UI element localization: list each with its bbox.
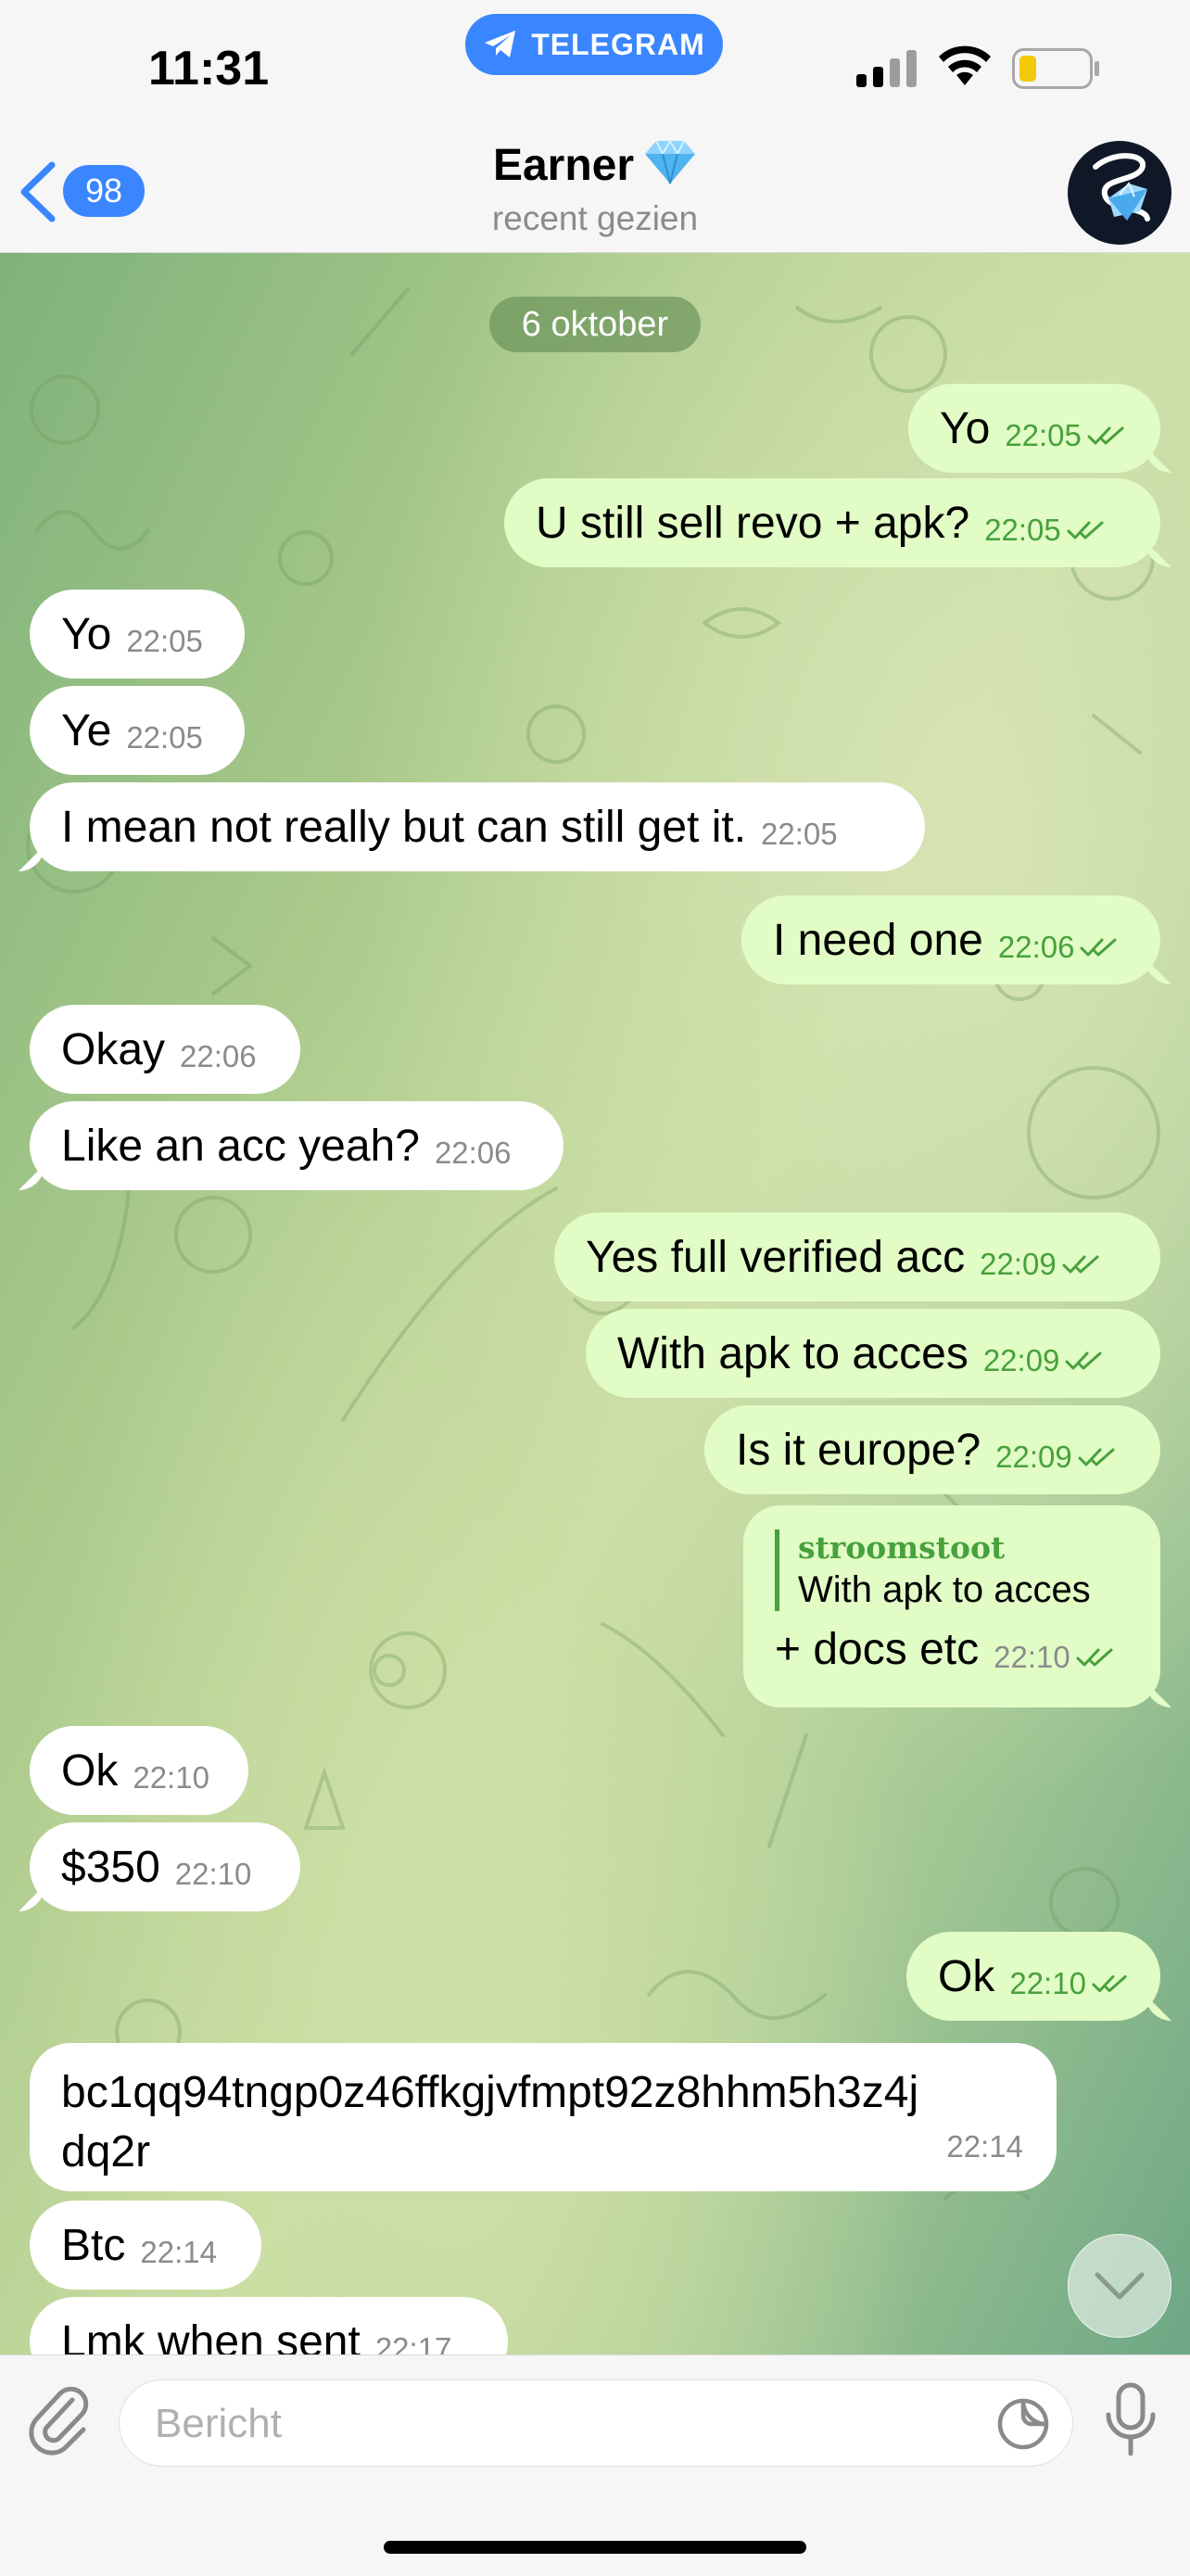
message-text: + docs etc — [775, 1625, 980, 1674]
sticker-icon[interactable] — [994, 2395, 1052, 2453]
contact-avatar[interactable] — [1068, 141, 1171, 245]
message-time: 22:09 — [980, 1247, 1057, 1281]
message-time: 22:14 — [140, 2235, 217, 2269]
quoted-text: With apk to acces — [798, 1569, 1091, 1610]
message-bubble-incoming[interactable]: Ye 22:05 — [30, 686, 245, 775]
wifi-icon — [939, 45, 991, 85]
message-text: $350 — [61, 1842, 160, 1892]
message-bubble-outgoing-reply[interactable]: stroomstoot With apk to acces + docs etc… — [743, 1505, 1160, 1707]
gem-avatar-icon — [1093, 153, 1150, 222]
message-text: Like an acc yeah? — [61, 1121, 420, 1171]
scroll-to-bottom-button[interactable] — [1068, 2234, 1171, 2338]
wallpaper-doodles — [26, 287, 1160, 2201]
gem-icon — [643, 138, 697, 197]
message-text: Is it europe? — [736, 1425, 981, 1475]
message-bubble-incoming[interactable]: Lmk when sent 22:17 — [30, 2297, 508, 2354]
message-text: With apk to acces — [617, 1328, 968, 1378]
message-bubble-outgoing[interactable]: Is it europe? 22:09 — [704, 1405, 1160, 1494]
message-text: Yes full verified acc — [586, 1232, 966, 1282]
message-time: 22:10 — [174, 1857, 252, 1891]
message-bubble-outgoing[interactable]: With apk to acces 22:09 — [586, 1309, 1160, 1398]
message-time: 22:06 — [997, 930, 1075, 964]
message-bubble-outgoing[interactable]: Yes full verified acc 22:09 — [554, 1212, 1160, 1301]
message-input[interactable] — [153, 2380, 972, 2468]
chat-title-row[interactable]: Earner — [0, 138, 1190, 197]
message-text: I need one — [773, 915, 983, 965]
message-bubble-incoming[interactable]: $350 22:10 — [30, 1822, 300, 1911]
message-text: Yo — [940, 403, 991, 453]
message-time: 22:09 — [995, 1440, 1072, 1474]
message-bubble-incoming[interactable]: Btc 22:14 — [30, 2201, 261, 2290]
double-check-icon — [1067, 521, 1104, 539]
message-time: 22:05 — [984, 513, 1061, 547]
paperclip-icon[interactable] — [26, 2383, 93, 2457]
message-bubble-incoming-address[interactable]: bc1qq94tngp0z46ffkgjvfmpt92z8hhm5h3z4j d… — [30, 2043, 1057, 2191]
app-pill-label: TELEGRAM — [531, 27, 705, 61]
last-seen-status: recent gezien — [491, 199, 699, 237]
message-text-line-1: bc1qq94tngp0z46ffkgjvfmpt92z8hhm5h3z4j — [61, 2068, 919, 2117]
double-check-icon — [1076, 1648, 1113, 1666]
double-check-icon — [1078, 1448, 1115, 1466]
double-check-icon — [1062, 1255, 1099, 1274]
message-text: Lmk when sent — [61, 2316, 361, 2355]
date-separator: 6 oktober — [489, 297, 701, 352]
message-bubble-incoming[interactable]: Yo 22:05 — [30, 590, 245, 679]
cellular-signal-icon — [856, 50, 917, 87]
chat-title: Earner — [492, 141, 635, 190]
quoted-sender: stroomstoot — [798, 1529, 1006, 1566]
message-time: 22:17 — [374, 2331, 452, 2354]
message-text: I mean not really but can still get it. — [61, 802, 747, 852]
chat-area[interactable]: 6 oktober Yo 22:05 U still sell revo + a… — [0, 252, 1190, 2354]
microphone-icon[interactable] — [1103, 2381, 1158, 2461]
message-input-wrapper — [119, 2379, 1073, 2468]
telegram-plane-icon — [485, 31, 516, 57]
chevron-down-icon — [1095, 2272, 1145, 2300]
status-time: 11:31 — [148, 42, 270, 95]
message-bubble-outgoing[interactable]: U still sell revo + apk? 22:05 — [504, 478, 1160, 567]
message-time: 22:06 — [180, 1039, 257, 1073]
message-time: 22:10 — [1009, 1966, 1086, 2000]
message-text: Okay — [61, 1024, 166, 1074]
message-composer — [0, 2354, 1190, 2576]
top-bar: 11:31 TELEGRAM 98 Earner recent gezien — [0, 0, 1190, 253]
message-time: 22:06 — [434, 1136, 512, 1170]
message-time: 22:14 — [946, 2129, 1023, 2164]
double-check-icon — [1065, 1351, 1102, 1370]
message-time: 22:05 — [1005, 418, 1082, 452]
message-text: Ok — [61, 1745, 119, 1796]
message-time: 22:10 — [133, 1760, 209, 1795]
home-indicator[interactable] — [384, 2541, 806, 2554]
double-check-icon — [1087, 426, 1124, 445]
message-text: Btc — [61, 2220, 126, 2270]
message-time: 22:05 — [126, 624, 203, 658]
message-bubble-outgoing[interactable]: Yo 22:05 — [908, 384, 1160, 473]
battery-icon — [1012, 48, 1099, 89]
message-bubble-outgoing[interactable]: I need one 22:06 — [741, 895, 1160, 984]
double-check-icon — [1092, 1974, 1127, 1993]
message-text: Ok — [938, 1951, 995, 2001]
message-text-line-2: dq2r — [61, 2127, 151, 2176]
message-text: U still sell revo + apk? — [536, 498, 970, 548]
message-time: 22:05 — [126, 720, 203, 755]
message-bubble-outgoing[interactable]: Ok 22:10 — [906, 1932, 1160, 2021]
message-time: 22:10 — [994, 1639, 1070, 1674]
message-bubble-incoming[interactable]: I mean not really but can still get it. … — [30, 782, 925, 871]
telegram-app-pill[interactable]: TELEGRAM — [465, 14, 723, 75]
message-text: Ye — [61, 705, 112, 755]
message-time: 22:09 — [982, 1343, 1060, 1377]
message-time: 22:05 — [761, 817, 838, 851]
quoted-message[interactable]: stroomstoot With apk to acces — [775, 1529, 1133, 1611]
message-bubble-incoming[interactable]: Ok 22:10 — [30, 1726, 248, 1815]
double-check-icon — [1080, 938, 1117, 957]
message-bubble-incoming[interactable]: Like an acc yeah? 22:06 — [30, 1101, 563, 1190]
message-bubble-incoming[interactable]: Okay 22:06 — [30, 1005, 300, 1094]
message-text: Yo — [61, 609, 112, 659]
